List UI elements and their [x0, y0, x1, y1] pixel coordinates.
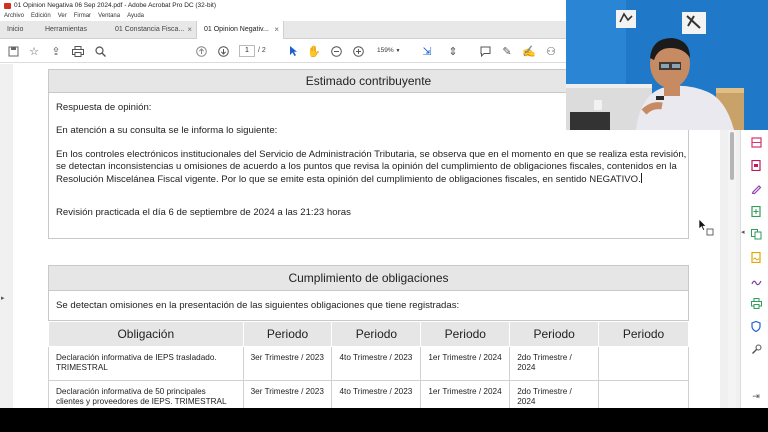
scroll-mode-icon[interactable]: ⇕ [445, 43, 461, 59]
letterbox-bar [0, 408, 768, 432]
zoom-dropdown[interactable]: 159% ▼ [372, 45, 408, 57]
tab-constancia[interactable]: 01 Constancia Fisca... × [108, 21, 196, 39]
page-up-icon[interactable] [193, 43, 209, 59]
upload-icon[interactable]: ⇪ [48, 43, 64, 59]
paragraph-line-2: se detectan inconsistencias u omisiones … [56, 161, 677, 172]
close-tab-icon[interactable]: × [274, 21, 279, 39]
table-header: Periodo [331, 321, 422, 347]
save-icon[interactable] [5, 43, 21, 59]
print-icon[interactable] [70, 43, 86, 59]
atencion-text: En atención a su consulta se le informa … [56, 125, 278, 136]
hand-icon[interactable]: ✋ [306, 43, 322, 59]
menu-archivo[interactable]: Archivo [4, 12, 24, 21]
table-cell: 4to Trimestre / 2023 [331, 380, 422, 408]
sign-icon[interactable]: ✍ [521, 43, 537, 59]
zoom-out-icon[interactable] [328, 43, 344, 59]
table-cell: 2do Trimestre / 2024 [509, 380, 600, 408]
respuesta-label: Respuesta de opinión: [56, 102, 152, 113]
presenter-video-icon [566, 0, 768, 130]
collapse-panel-icon[interactable]: ◂ [741, 228, 745, 236]
window-title: 01 Opinion Negativa 06 Sep 2024.pdf - Ad… [14, 2, 216, 9]
fill-sign-icon[interactable] [750, 274, 762, 286]
zoom-value: 159% [377, 47, 394, 54]
menu-ventana[interactable]: Ventana [98, 12, 120, 21]
protect-icon[interactable] [750, 320, 762, 332]
table-cell [598, 346, 689, 381]
select-arrow-icon[interactable] [285, 43, 301, 59]
more-tools-icon[interactable] [750, 343, 762, 355]
share-icon[interactable]: ⚇ [543, 43, 559, 59]
table-header: Periodo [509, 321, 600, 347]
menu-edicion[interactable]: Edición [31, 12, 51, 21]
organize-pages-icon[interactable] [750, 136, 762, 148]
mouse-cursor [698, 218, 714, 243]
table-cell: 3er Trimestre / 2023 [242, 380, 333, 408]
table-cell: Declaración informativa de 50 principale… [48, 380, 244, 408]
omisiones-text: Se detectan omisiones en la presentación… [56, 300, 460, 311]
zoom-in-icon[interactable] [350, 43, 366, 59]
paragraph-line-3-text: Resolución Miscelánea Fiscal vigente. Po… [56, 174, 641, 185]
table-header-row: Obligación Periodo Periodo Periodo Perio… [48, 321, 689, 347]
table-row: Declaración informativa de IEPS traslada… [48, 346, 689, 381]
revision-text: Revisión practicada el día 6 de septiemb… [56, 207, 351, 218]
fit-page-icon[interactable]: ⇲ [419, 43, 435, 59]
tab-herramientas-label: Herramientas [45, 26, 88, 33]
table-cell: 1er Trimestre / 2024 [420, 346, 511, 381]
create-pdf-icon[interactable] [750, 205, 762, 217]
tab-opinion-negativa[interactable]: 01 Opinion Negativ... × [196, 21, 284, 39]
tools-right-panel: ◂ ⇥ [740, 130, 768, 408]
section-title-cumplimiento: Cumplimiento de obligaciones [49, 266, 688, 291]
menu-firmar[interactable]: Firmar [74, 12, 91, 21]
vertical-scrollbar[interactable] [728, 130, 736, 408]
tab-inicio-label: Inicio [7, 26, 24, 33]
page-down-icon[interactable] [215, 43, 231, 59]
table-cell: 4to Trimestre / 2023 [331, 346, 422, 381]
comment-icon[interactable] [477, 43, 493, 59]
table-header: Periodo [598, 321, 689, 347]
table-cell: 2do Trimestre / 2024 [509, 346, 600, 381]
page-number-input[interactable]: 1 [239, 45, 255, 57]
tab-herramientas[interactable]: Herramientas [38, 21, 102, 39]
menu-ver[interactable]: Ver [58, 12, 67, 21]
star-icon[interactable]: ☆ [26, 43, 42, 59]
text-caret [640, 173, 642, 183]
tab-inicio[interactable]: Inicio [0, 21, 38, 39]
table-header: Obligación [48, 321, 244, 347]
table-header: Periodo [420, 321, 511, 347]
combine-icon[interactable] [750, 228, 762, 240]
menu-ayuda[interactable]: Ayuda [127, 12, 144, 21]
table-cell: Declaración informativa de IEPS traslada… [48, 346, 244, 381]
obligations-table: Obligación Periodo Periodo Periodo Perio… [48, 321, 689, 408]
chevron-down-icon: ▼ [395, 48, 401, 54]
scrollbar-thumb[interactable] [730, 132, 734, 180]
table-row: Declaración informativa de 50 principale… [48, 380, 689, 408]
pen-icon[interactable]: ✎ [499, 43, 515, 59]
tab-constancia-label: 01 Constancia Fisca... [115, 26, 185, 33]
tab-opinion-label: 01 Opinion Negativ... [204, 26, 269, 33]
paragraph-line-1: En los controles electrónicos institucio… [56, 149, 687, 160]
left-panel-toggle-icon[interactable]: ▸ [1, 294, 5, 302]
table-cell: 1er Trimestre / 2024 [420, 380, 511, 408]
export-pdf-icon[interactable] [750, 159, 762, 171]
acrobat-window: 01 Opinion Negativa 06 Sep 2024.pdf - Ad… [0, 0, 768, 408]
close-tab-icon[interactable]: × [187, 21, 192, 39]
expand-right-icon[interactable]: ⇥ [750, 390, 762, 402]
table-cell: 3er Trimestre / 2023 [242, 346, 333, 381]
acrobat-app-icon [4, 3, 11, 9]
request-signature-icon[interactable] [750, 251, 762, 263]
section-cumplimiento: Cumplimiento de obligaciones [48, 265, 689, 321]
paragraph-line-3: Resolución Miscelánea Fiscal vigente. Po… [56, 173, 642, 186]
search-icon[interactable] [92, 43, 108, 59]
webcam-overlay [566, 0, 768, 130]
edit-pdf-icon[interactable] [750, 182, 762, 194]
page-total: / 2 [258, 47, 266, 54]
print-production-icon[interactable] [750, 297, 762, 309]
table-cell [598, 380, 689, 408]
table-header: Periodo [242, 321, 333, 347]
